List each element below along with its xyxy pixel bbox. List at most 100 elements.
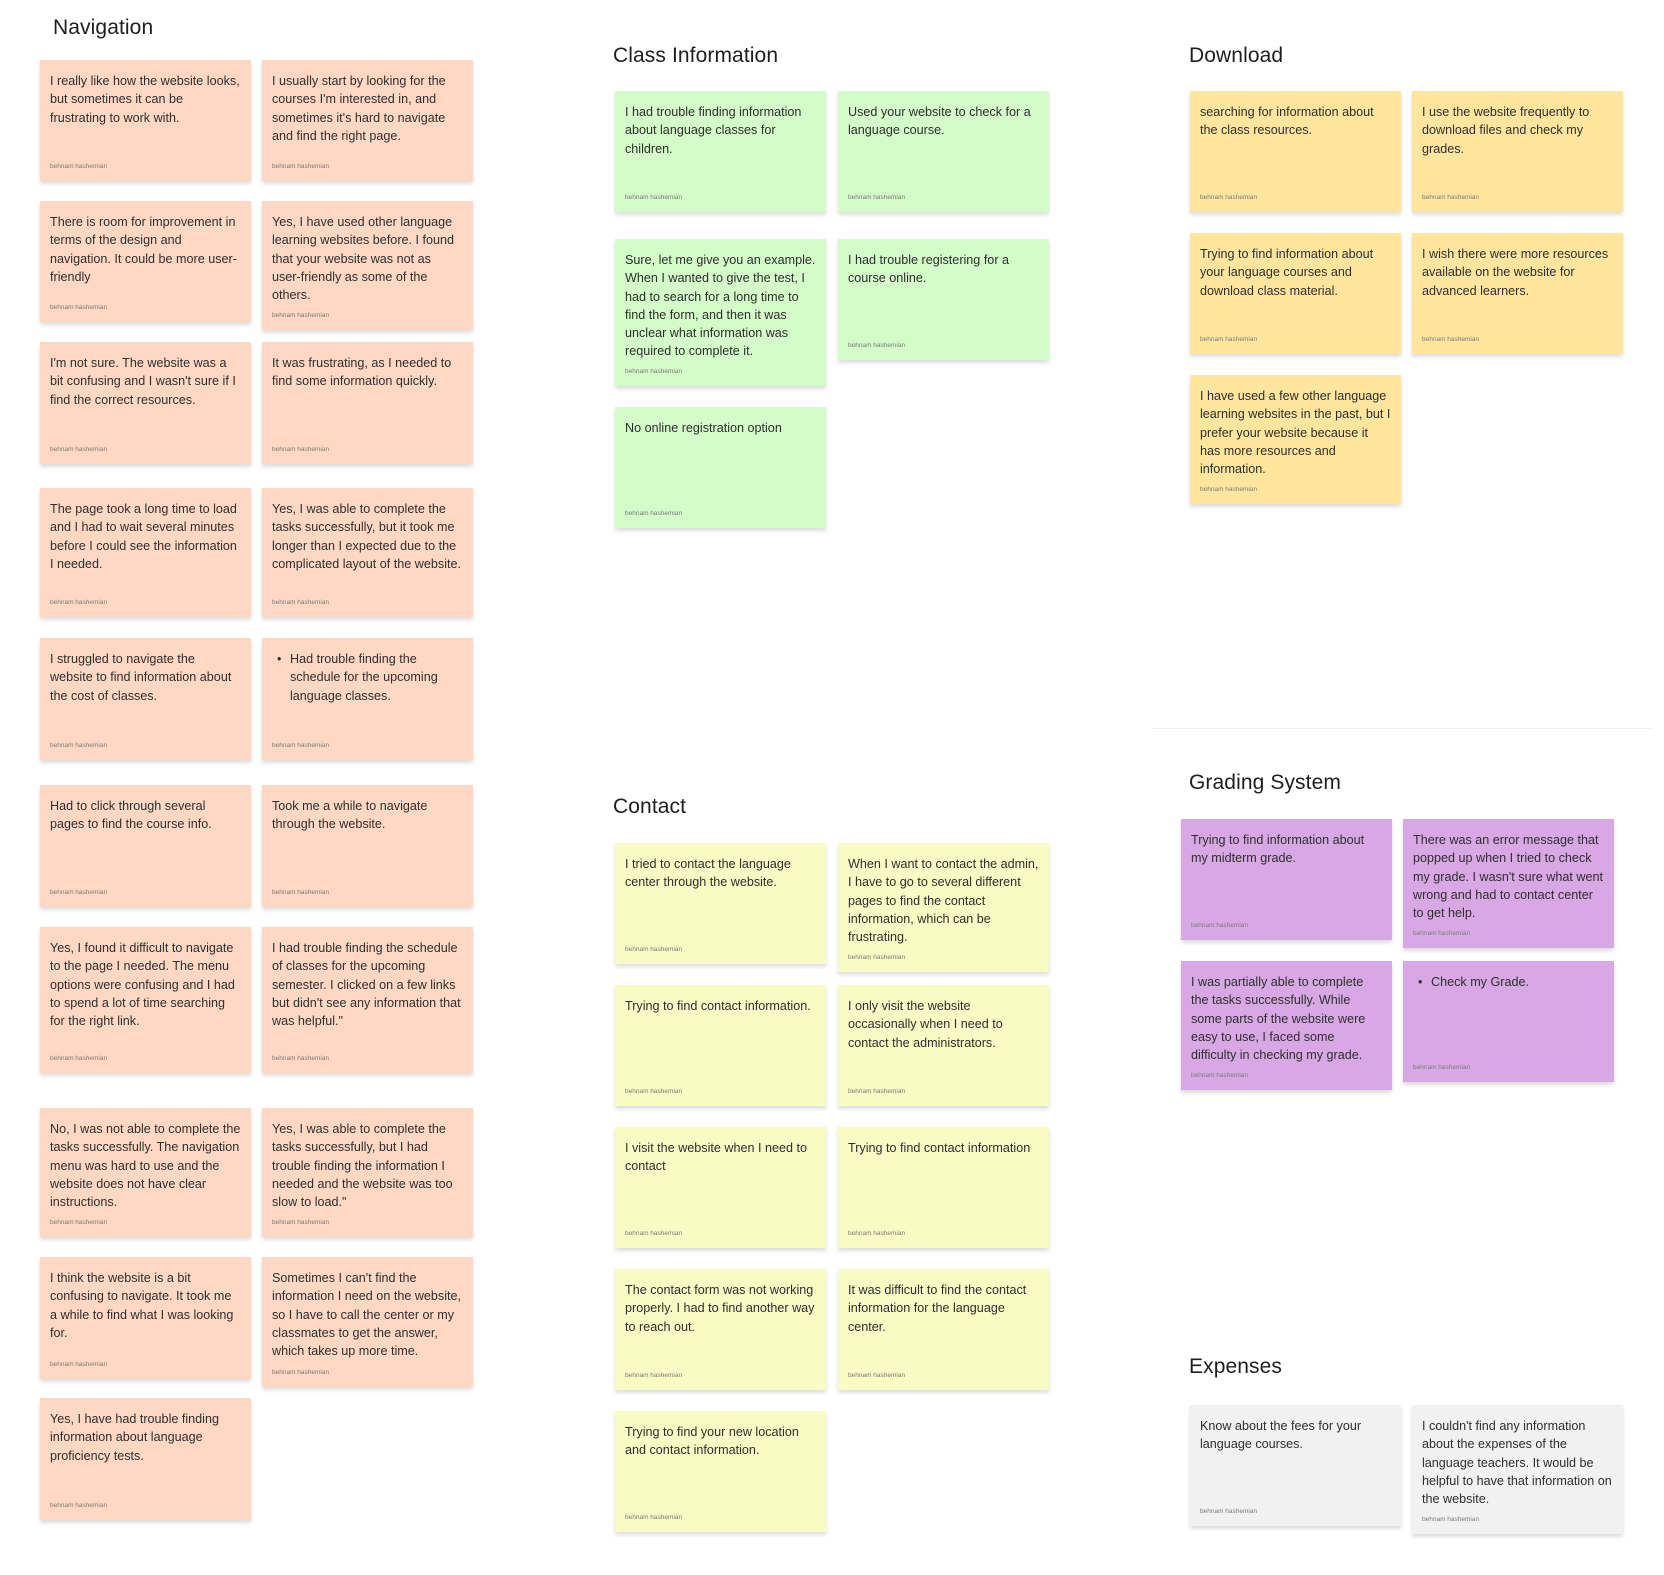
sticky-note-author: behnam hashemian — [272, 889, 330, 896]
sticky-note[interactable]: It was difficult to find the contact inf… — [838, 1269, 1049, 1390]
sticky-note-author: behnam hashemian — [50, 1502, 108, 1509]
sticky-note-author: behnam hashemian — [50, 889, 108, 896]
sticky-note[interactable]: I wish there were more resources availab… — [1412, 233, 1623, 354]
sticky-note-text: I only visit the website occasionally wh… — [848, 999, 1003, 1050]
sticky-note[interactable]: Trying to find your new location and con… — [615, 1411, 826, 1532]
sticky-note-text: Yes, I was able to complete the tasks su… — [272, 1122, 453, 1210]
sticky-note-author: behnam hashemian — [272, 599, 330, 606]
sticky-note[interactable]: Yes, I have had trouble finding informat… — [40, 1398, 251, 1520]
sticky-note-text: When I want to contact the admin, I have… — [848, 857, 1039, 945]
sticky-note-author: behnam hashemian — [848, 1230, 906, 1237]
sticky-note[interactable]: Know about the fees for your language co… — [1190, 1405, 1401, 1526]
sticky-note[interactable]: I'm not sure. The website was a bit conf… — [40, 342, 251, 464]
sticky-note[interactable]: I had trouble finding the schedule of cl… — [262, 927, 473, 1073]
sticky-note[interactable]: I usually start by looking for the cours… — [262, 60, 473, 181]
sticky-note[interactable]: There was an error message that popped u… — [1403, 819, 1614, 948]
sticky-note-author: behnam hashemian — [50, 599, 108, 606]
sticky-note[interactable]: The contact form was not working properl… — [615, 1269, 826, 1390]
section-title-expenses: Expenses — [1189, 1355, 1283, 1378]
sticky-note[interactable]: It was frustrating, as I needed to find … — [262, 342, 473, 464]
sticky-note[interactable]: Trying to find contact information behnam… — [838, 1127, 1049, 1248]
sticky-note-author: behnam hashemian — [50, 446, 108, 453]
sticky-note[interactable]: I struggled to navigate the website to f… — [40, 638, 251, 760]
sticky-note[interactable]: I tried to contact the language center t… — [615, 843, 826, 964]
sticky-note[interactable]: searching for information about the clas… — [1190, 91, 1401, 212]
sticky-note[interactable]: I was partially able to complete the tas… — [1181, 961, 1392, 1090]
section-title-contact: Contact — [613, 795, 687, 818]
sticky-note-author: behnam hashemian — [1413, 1064, 1471, 1071]
sticky-note[interactable]: When I want to contact the admin, I have… — [838, 843, 1049, 972]
sticky-note-author: behnam hashemian — [1422, 336, 1480, 343]
sticky-note-author: behnam hashemian — [1200, 1508, 1258, 1515]
sticky-note-author: behnam hashemian — [50, 1055, 108, 1062]
sticky-note[interactable]: I only visit the website occasionally wh… — [838, 985, 1049, 1106]
sticky-note-author: behnam hashemian — [1191, 1072, 1249, 1079]
sticky-note-text: Sometimes I can't find the information I… — [272, 1271, 462, 1359]
sticky-note-bullet-text: Had trouble finding the schedule for the… — [272, 650, 463, 705]
sticky-note-text: Yes, I have had trouble finding informat… — [50, 1412, 219, 1463]
sticky-note-text: There was an error message that popped u… — [1413, 833, 1603, 921]
sticky-note-author: behnam hashemian — [625, 1230, 683, 1237]
section-title-class-information: Class Information — [613, 44, 779, 67]
sticky-note[interactable]: Used your website to check for a languag… — [838, 91, 1049, 212]
sticky-note[interactable]: No, I was not able to complete the tasks… — [40, 1108, 251, 1237]
sticky-note-text: There is room for improvement in terms o… — [50, 215, 237, 284]
section-title-download: Download — [1189, 44, 1284, 67]
sticky-note-text: I tried to contact the language center t… — [625, 857, 791, 890]
sticky-note-author: behnam hashemian — [272, 312, 330, 319]
sticky-note-author: behnam hashemian — [625, 1372, 683, 1379]
sticky-note-text: Yes, I have used other language learning… — [272, 215, 455, 303]
sticky-note-author: behnam hashemian — [848, 194, 906, 201]
sticky-note-text: Trying to find contact information. — [625, 999, 811, 1013]
sticky-note-author: behnam hashemian — [1200, 336, 1258, 343]
sticky-note-text: Trying to find information about your la… — [1200, 247, 1374, 298]
sticky-note[interactable]: Trying to find information about your la… — [1190, 233, 1401, 354]
sticky-note-text: It was frustrating, as I needed to find … — [272, 356, 452, 389]
sticky-note[interactable]: Had to click through several pages to fi… — [40, 785, 251, 907]
sticky-note[interactable]: Yes, I found it difficult to navigate to… — [40, 927, 251, 1073]
sticky-note[interactable]: I have used a few other language learnin… — [1190, 375, 1401, 504]
sticky-note-text: I was partially able to complete the tas… — [1191, 975, 1366, 1063]
sticky-note[interactable]: Took me a while to navigate through the … — [262, 785, 473, 907]
sticky-note[interactable]: Yes, I was able to complete the tasks su… — [262, 1108, 473, 1237]
sticky-note[interactable]: Trying to find contact information. behna… — [615, 985, 826, 1106]
sticky-note[interactable]: I really like how the website looks, but… — [40, 60, 251, 181]
sticky-note[interactable]: There is room for improvement in terms o… — [40, 201, 251, 322]
sticky-note-author: behnam hashemian — [272, 1219, 330, 1226]
sticky-note-author: behnam hashemian — [50, 1361, 108, 1368]
sticky-note-text: I use the website frequently to download… — [1422, 105, 1590, 156]
sticky-note-author: behnam hashemian — [848, 954, 906, 961]
sticky-note[interactable]: I think the website is a bit confusing t… — [40, 1257, 251, 1379]
sticky-note-text: I usually start by looking for the cours… — [272, 74, 446, 143]
sticky-note-author: behnam hashemian — [625, 1088, 683, 1095]
sticky-note[interactable]: Sure, let me give you an example. When I… — [615, 239, 826, 386]
sticky-note-text: I visit the website when I need to conta… — [625, 1141, 808, 1174]
sticky-note[interactable]: Had trouble finding the schedule for the… — [262, 638, 473, 760]
sticky-note[interactable]: I visit the website when I need to conta… — [615, 1127, 826, 1248]
sticky-note-author: behnam hashemian — [272, 1369, 330, 1376]
sticky-note[interactable]: I use the website frequently to download… — [1412, 91, 1623, 212]
sticky-note-text: I really like how the website looks, but… — [50, 74, 240, 125]
sticky-note-author: behnam hashemian — [625, 510, 683, 517]
sticky-note[interactable]: The page took a long time to load and I … — [40, 488, 251, 617]
sticky-note-text: I'm not sure. The website was a bit conf… — [50, 356, 236, 407]
sticky-note-text: Know about the fees for your language co… — [1200, 1419, 1362, 1452]
sticky-note-author: behnam hashemian — [50, 163, 108, 170]
sticky-note[interactable]: No online registration option behnam hash… — [615, 407, 826, 528]
sticky-note-text: Trying to find information about my midt… — [1191, 833, 1365, 866]
sticky-note[interactable]: Trying to find information about my midt… — [1181, 819, 1392, 940]
sticky-note[interactable]: Yes, I have used other language learning… — [262, 201, 473, 330]
sticky-note-author: behnam hashemian — [272, 163, 330, 170]
sticky-note[interactable]: I couldn't find any information about th… — [1412, 1405, 1623, 1534]
sticky-note[interactable]: Yes, I was able to complete the tasks su… — [262, 488, 473, 617]
sticky-note[interactable]: I had trouble finding information about … — [615, 91, 826, 212]
sticky-note-text: I couldn't find any information about th… — [1422, 1419, 1612, 1507]
sticky-note-text: I think the website is a bit confusing t… — [50, 1271, 234, 1340]
sticky-note[interactable]: Check my Grade. behnam hashemian — [1403, 961, 1614, 1082]
sticky-note[interactable]: I had trouble registering for a course o… — [838, 239, 1049, 360]
sticky-note[interactable]: Sometimes I can't find the information I… — [262, 1257, 473, 1387]
section-divider — [1152, 728, 1652, 729]
sticky-note-text: I have used a few other language learnin… — [1200, 389, 1391, 477]
sticky-note-author: behnam hashemian — [625, 368, 683, 375]
sticky-note-text: Took me a while to navigate through the … — [272, 799, 428, 832]
